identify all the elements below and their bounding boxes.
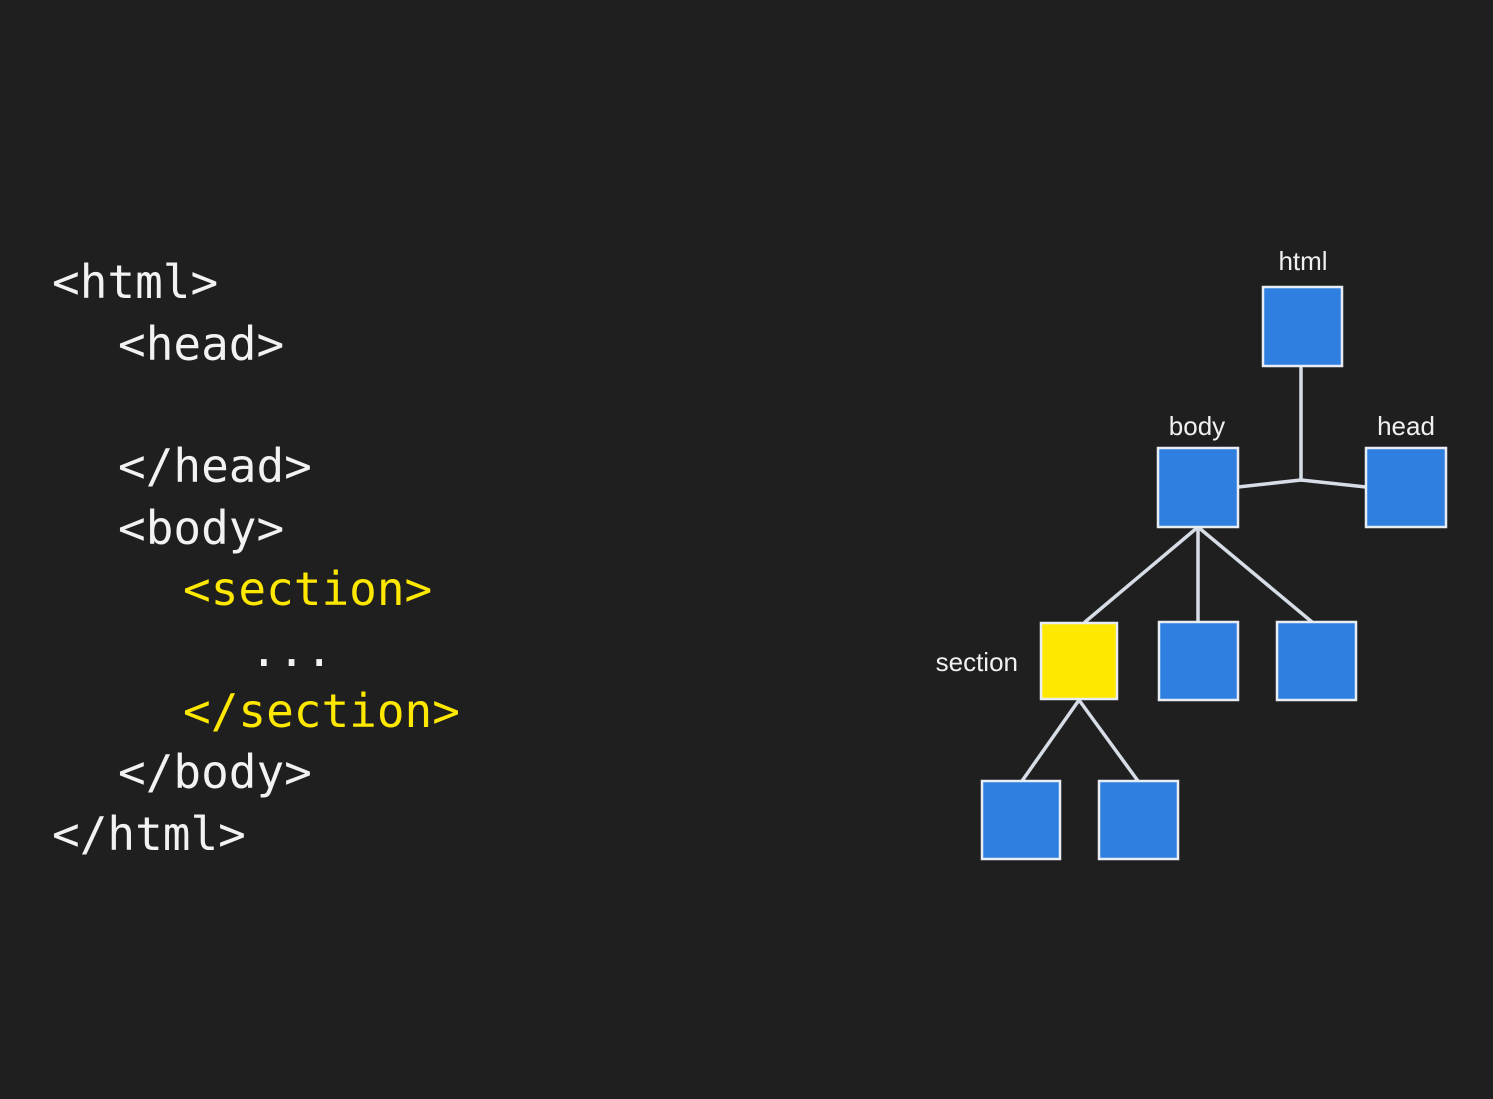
dom-tree-diagram: html body head section bbox=[936, 246, 1448, 861]
edge-junction-body bbox=[1236, 478, 1303, 489]
edge-body-child-3 bbox=[1196, 525, 1314, 624]
edge-body-section bbox=[1083, 525, 1200, 624]
node-section-child-2 bbox=[1097, 779, 1180, 861]
node-html bbox=[1261, 285, 1344, 368]
node-body-child-2 bbox=[1157, 620, 1240, 702]
node-section bbox=[1039, 621, 1119, 701]
edge-section-child-1 bbox=[1020, 698, 1081, 783]
node-section-child-1 bbox=[980, 779, 1062, 861]
node-head bbox=[1364, 446, 1448, 529]
label-html: html bbox=[1278, 246, 1327, 276]
edge-section-child-2 bbox=[1077, 698, 1140, 783]
tree-nodes bbox=[980, 285, 1448, 861]
edge-junction-head bbox=[1299, 478, 1368, 489]
label-head: head bbox=[1377, 411, 1435, 441]
label-section: section bbox=[936, 647, 1018, 677]
node-body-child-3 bbox=[1275, 620, 1358, 702]
node-body bbox=[1156, 446, 1240, 529]
label-body: body bbox=[1169, 411, 1225, 441]
